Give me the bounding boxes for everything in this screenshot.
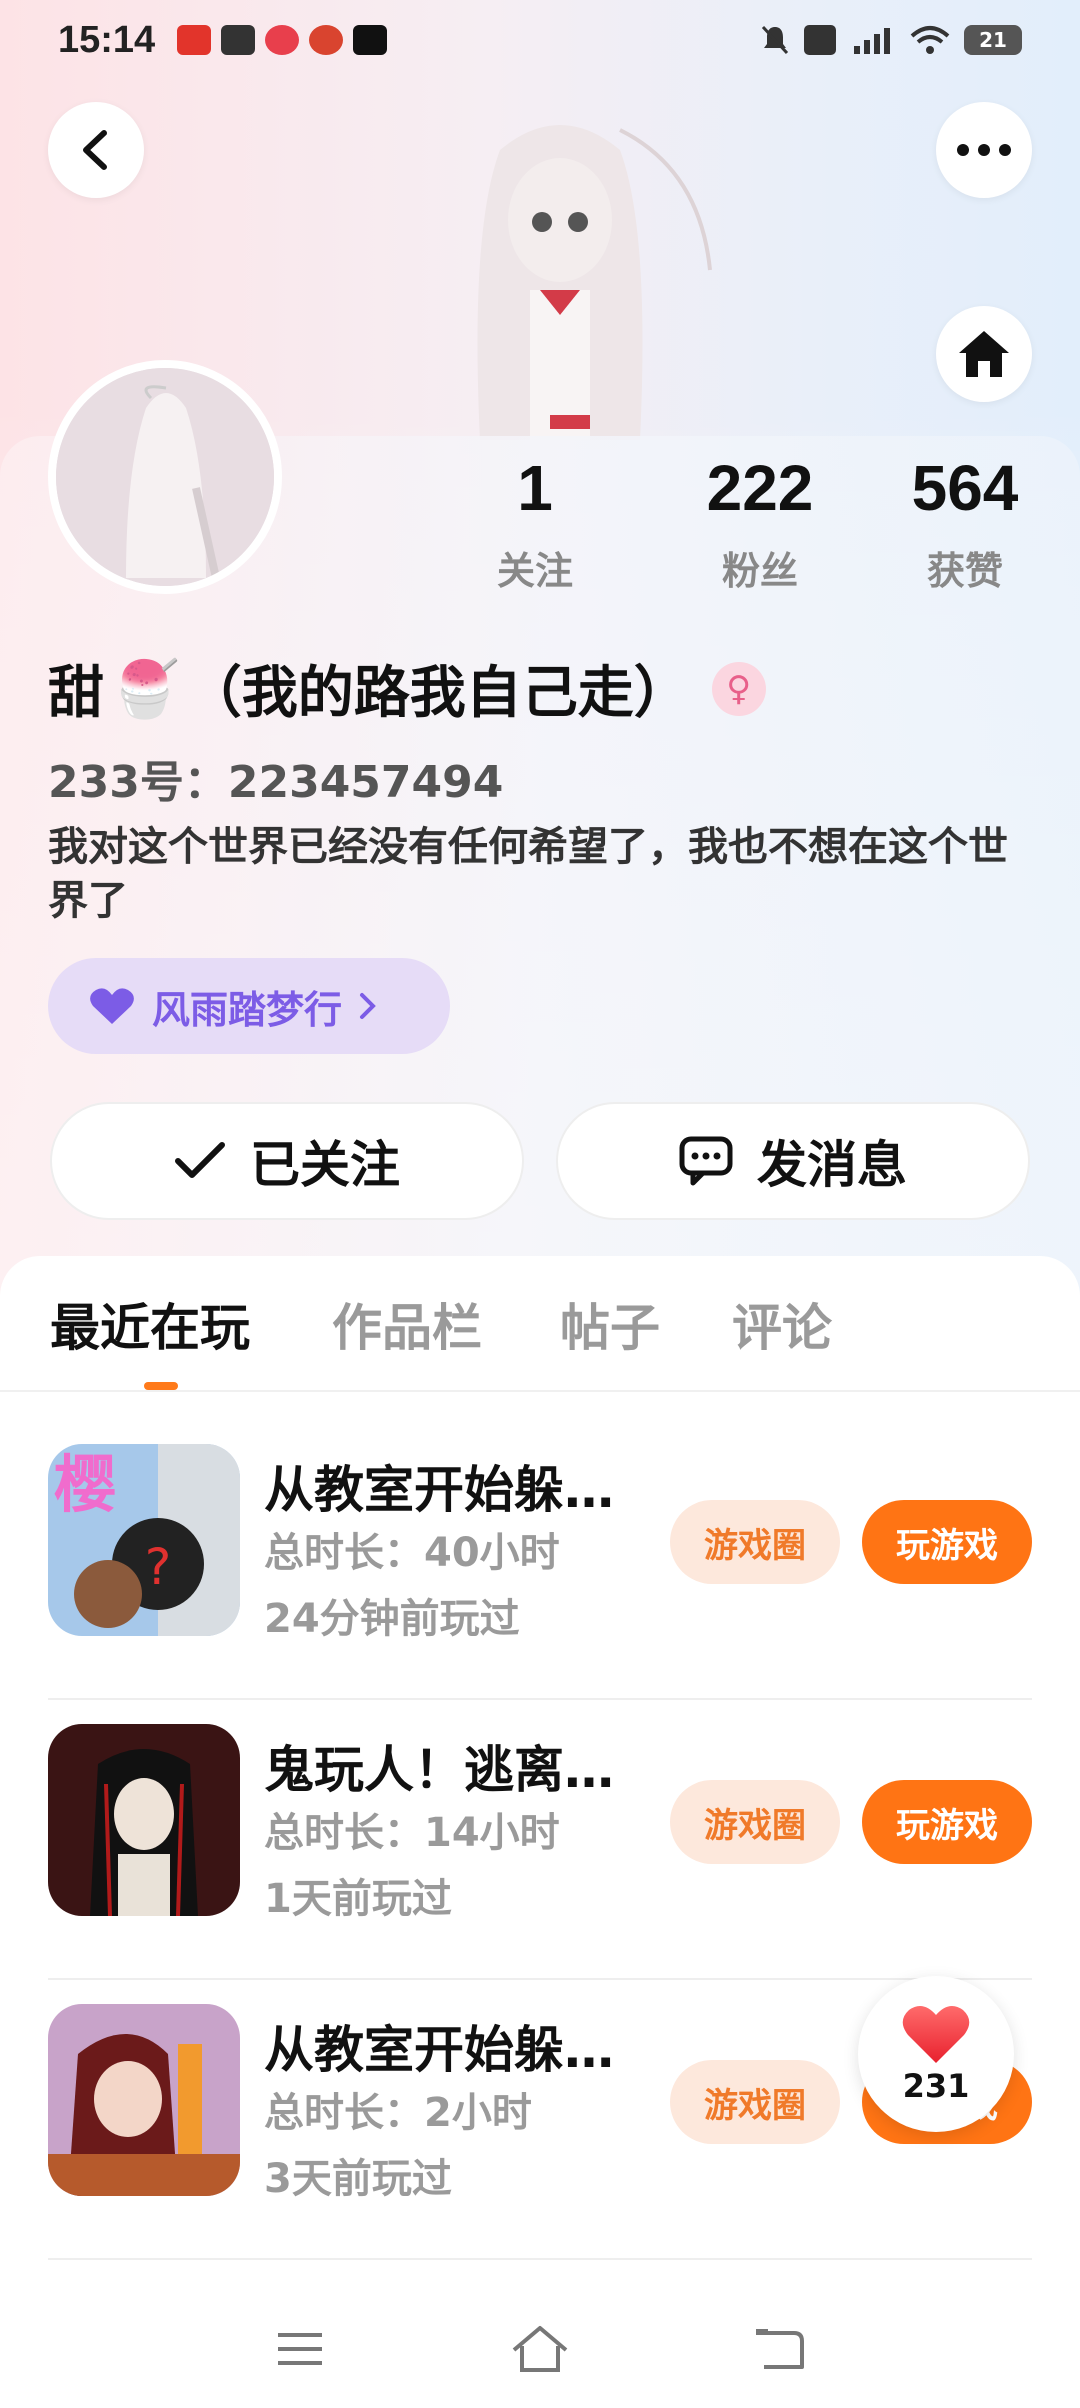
status-bar: 15:14 21 <box>0 0 1080 80</box>
user-name-emoji: 🍧 <box>110 656 180 722</box>
message-button-label: 发消息 <box>757 1136 907 1194</box>
follow-button-label: 已关注 <box>250 1136 400 1194</box>
back-nav-button[interactable] <box>750 2319 810 2379</box>
user-name-suffix: （我的路我自己走） <box>185 661 690 726</box>
game-list-item[interactable]: ? 樱 从教室开始躲… 总时长：40小时 24分钟前玩过 游戏圈 玩游戏 <box>0 1420 1080 1700</box>
chat-bubble-icon <box>679 1136 733 1186</box>
party-app-icon <box>309 25 344 55</box>
stat-fans[interactable]: 222 粉丝 <box>665 456 855 595</box>
game-last-played: 1天前玩过 <box>264 1876 452 1922</box>
follow-button[interactable]: 已关注 <box>50 1102 524 1220</box>
game-last-played: 24分钟前玩过 <box>264 1596 520 1642</box>
tab-recent-play[interactable]: 最近在玩 <box>50 1288 250 1360</box>
back-button[interactable] <box>48 102 144 198</box>
more-button[interactable] <box>936 102 1032 198</box>
menu-icon <box>278 2333 322 2365</box>
user-name: 甜 🍧 （我的路我自己走） ♀ <box>48 648 766 729</box>
game-cover-image: ? 樱 <box>48 1444 240 1636</box>
wifi-icon <box>910 26 950 54</box>
checkmark-icon <box>175 1142 225 1178</box>
5g-signal-icon <box>854 28 890 54</box>
female-gender-icon: ♀ <box>711 661 766 716</box>
game-icon-label: 樱 <box>54 1448 116 1521</box>
stat-likes-label: 获赞 <box>926 549 1003 593</box>
stat-following[interactable]: 1 关注 <box>440 456 630 595</box>
stat-following-value: 1 <box>517 452 553 524</box>
tab-comments[interactable]: 评论 <box>732 1288 832 1360</box>
mute-icon <box>761 25 789 55</box>
status-time: 15:14 <box>58 18 156 61</box>
game-cover-image <box>48 1724 240 1916</box>
status-indicators: 21 <box>760 24 1022 56</box>
user-id: 233号：223457494 <box>48 757 504 808</box>
game-duration: 总时长：14小时 <box>264 1810 560 1856</box>
home-outline-icon <box>512 2326 568 2372</box>
stat-likes[interactable]: 564 获赞 <box>870 456 1060 595</box>
stat-fans-value: 222 <box>706 452 814 524</box>
game-icon[interactable]: ? 樱 <box>48 1444 240 1636</box>
tiktok-app-icon <box>353 25 388 55</box>
system-nav-bar <box>0 2290 1080 2408</box>
home-button[interactable] <box>936 306 1032 402</box>
map-app-icon <box>265 25 300 55</box>
svg-text:?: ? <box>145 1538 172 1596</box>
message-app-icon <box>221 25 256 55</box>
game-circle-button[interactable]: 游戏圈 <box>670 1500 840 1584</box>
game-duration: 总时长：40小时 <box>264 1530 560 1576</box>
tab-posts[interactable]: 帖子 <box>560 1288 660 1360</box>
hd-icon <box>804 25 836 55</box>
profile-stats: 1 关注 222 粉丝 564 获赞 <box>497 456 1060 596</box>
stat-fans-label: 粉丝 <box>721 549 798 593</box>
home-nav-button[interactable] <box>510 2319 570 2379</box>
game-last-played: 3天前玩过 <box>264 2156 452 2202</box>
avatar-image <box>56 368 274 586</box>
tabs-divider <box>0 1390 1080 1392</box>
user-name-prefix: 甜 <box>48 661 104 726</box>
play-game-button[interactable]: 玩游戏 <box>862 1780 1032 1864</box>
active-tab-indicator <box>144 1382 178 1390</box>
heart-icon <box>90 988 134 1024</box>
banner-character-image <box>477 125 712 440</box>
back-arrow-icon <box>756 2329 804 2369</box>
game-list-item[interactable]: 鬼玩人！逃离… 总时长：14小时 1天前玩过 游戏圈 玩游戏 <box>0 1700 1080 1980</box>
notification-app-icons <box>177 25 388 55</box>
tag-chip-label: 风雨踏梦行 <box>152 987 343 1032</box>
chevron-right-icon <box>360 993 376 1019</box>
heart-icon <box>902 2006 970 2063</box>
message-button[interactable]: 发消息 <box>556 1102 1030 1220</box>
more-horizontal-icon <box>957 144 1011 156</box>
game-icon[interactable] <box>48 2004 240 2196</box>
stat-likes-value: 564 <box>911 452 1019 524</box>
tag-chip[interactable]: 风雨踏梦行 <box>48 958 450 1054</box>
game-circle-button[interactable]: 游戏圈 <box>670 1780 840 1864</box>
home-icon <box>959 331 1009 377</box>
battery-icon: 21 <box>964 25 1022 55</box>
toutiao-app-icon <box>177 25 212 55</box>
like-count: 231 <box>902 2067 970 2105</box>
chevron-left-icon <box>83 130 107 170</box>
profile-tabs: 最近在玩 作品栏 帖子 评论 <box>0 1288 1080 1388</box>
user-bio: 我对这个世界已经没有任何希望了，我也不想在这个世界了 <box>48 824 1008 924</box>
recent-apps-button[interactable] <box>270 2319 330 2379</box>
game-title: 从教室开始躲… <box>264 1461 614 1519</box>
tab-works[interactable]: 作品栏 <box>332 1288 482 1360</box>
row-divider <box>48 2258 1032 2260</box>
stat-following-label: 关注 <box>496 549 573 593</box>
game-title: 鬼玩人！逃离… <box>264 1741 614 1799</box>
game-circle-button[interactable]: 游戏圈 <box>670 2060 840 2144</box>
like-button[interactable]: 231 <box>858 1976 1014 2132</box>
game-duration: 总时长：2小时 <box>264 2090 532 2136</box>
game-icon[interactable] <box>48 1724 240 1916</box>
game-title: 从教室开始躲… <box>264 2021 614 2079</box>
game-cover-image <box>48 2004 240 2196</box>
play-game-button[interactable]: 玩游戏 <box>862 1500 1032 1584</box>
avatar[interactable] <box>48 360 282 594</box>
